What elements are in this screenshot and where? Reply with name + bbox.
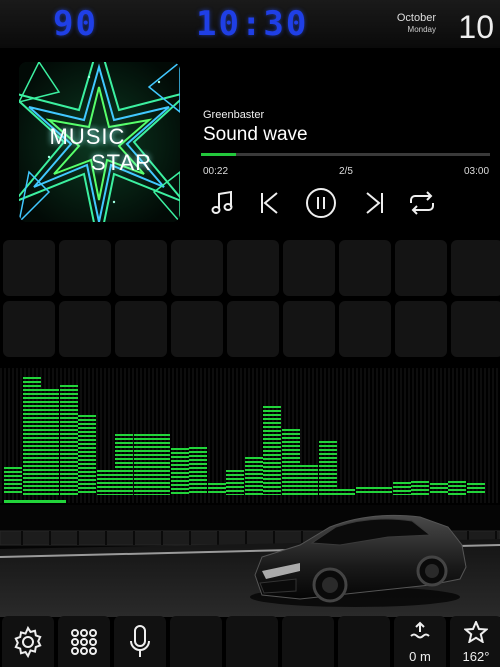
equalizer-bar: [41, 389, 59, 495]
previous-icon: [261, 192, 278, 214]
equalizer-bar: [263, 406, 281, 495]
album-art-word-1: MUSIC: [49, 124, 126, 149]
speed-readout: 90: [53, 4, 98, 44]
apps-grid-icon: [71, 628, 97, 655]
pause-button[interactable]: [305, 186, 337, 220]
elevation-icon: [410, 621, 430, 639]
equalizer-bar: [226, 470, 244, 495]
favorites-widget[interactable]: 162°: [450, 616, 500, 667]
app-tile[interactable]: [395, 301, 447, 357]
total-time: 03:00: [464, 166, 490, 177]
equalizer-bar: [411, 481, 429, 495]
apps-button[interactable]: [58, 616, 110, 667]
app-tile[interactable]: [283, 240, 335, 296]
microphone-icon: [130, 624, 150, 657]
playlist-icon: [211, 190, 233, 214]
settings-button[interactable]: [2, 616, 54, 667]
app-tile[interactable]: [115, 301, 167, 357]
app-tile[interactable]: [59, 240, 111, 296]
app-tile-grid: [0, 240, 500, 362]
equalizer-bar: [318, 441, 337, 495]
app-tile[interactable]: [395, 240, 447, 296]
voice-button[interactable]: [114, 616, 166, 667]
app-tile[interactable]: [451, 240, 500, 296]
equalizer-bar: [429, 483, 448, 495]
weekday-label: Monday: [407, 25, 436, 34]
track-position: 2/5: [339, 166, 353, 177]
road-illustration: [0, 505, 500, 617]
playlist-button[interactable]: [207, 186, 239, 220]
app-tile[interactable]: [3, 240, 55, 296]
day-number: 10: [458, 9, 494, 45]
tile-empty[interactable]: [282, 616, 334, 667]
next-button[interactable]: [358, 186, 390, 220]
previous-button[interactable]: [254, 186, 286, 220]
equalizer-bar: [392, 482, 411, 495]
clock: 10:30: [196, 4, 309, 44]
app-tile[interactable]: [339, 301, 391, 357]
progress-bar[interactable]: [201, 153, 490, 156]
gear-icon: [14, 625, 42, 658]
equalizer-bar: [78, 415, 96, 495]
equalizer-bar: [466, 483, 485, 495]
tile-empty[interactable]: [170, 616, 222, 667]
equalizer-bar: [22, 377, 41, 495]
elapsed-time: 00:22: [203, 166, 229, 177]
equalizer-bar: [374, 487, 392, 495]
star-icon: [464, 621, 488, 643]
tile-empty[interactable]: [226, 616, 278, 667]
album-art[interactable]: MUSIC STAR: [19, 62, 180, 222]
equalizer-bar: [189, 447, 207, 495]
app-tile[interactable]: [339, 240, 391, 296]
date: October Monday: [397, 12, 436, 34]
equalizer-bar: [281, 429, 300, 495]
app-tile[interactable]: [171, 301, 223, 357]
app-tile[interactable]: [227, 240, 279, 296]
repeat-icon: [410, 191, 434, 215]
distance-readout: 0 m: [409, 649, 431, 664]
equalizer-bar: [4, 467, 22, 495]
app-tile[interactable]: [115, 240, 167, 296]
equalizer-bar: [133, 434, 152, 495]
equalizer-bar: [448, 481, 466, 495]
status-bar: 90 10:30 October Monday 10: [0, 0, 500, 48]
equalizer-level-indicator: [4, 500, 66, 503]
equalizer-bar: [244, 457, 263, 495]
equalizer-bar: [152, 434, 170, 495]
album-art-word-2: STAR: [90, 150, 153, 175]
app-tile[interactable]: [3, 301, 55, 357]
equalizer-bar: [59, 385, 78, 495]
next-icon: [366, 192, 383, 214]
repeat-button[interactable]: [406, 186, 438, 220]
equalizer-visualizer: [0, 368, 500, 503]
pause-icon: [306, 188, 336, 218]
progress-fill: [201, 153, 236, 156]
equalizer-bar: [170, 448, 189, 495]
equalizer-bar: [207, 483, 226, 495]
elevation-widget[interactable]: 0 m: [394, 616, 446, 667]
heading-readout: 162°: [462, 649, 490, 664]
bottom-bar: 0 m 162°: [0, 616, 500, 667]
app-tile[interactable]: [59, 301, 111, 357]
equalizer-bar: [300, 465, 318, 495]
equalizer-bar: [96, 470, 115, 495]
app-tile[interactable]: [283, 301, 335, 357]
app-tile[interactable]: [451, 301, 500, 357]
equalizer-bar: [337, 489, 355, 495]
equalizer-bar: [355, 487, 374, 495]
app-tile[interactable]: [171, 240, 223, 296]
app-tile[interactable]: [227, 301, 279, 357]
artist-name: Greenbaster: [203, 109, 265, 121]
road-scene: [0, 505, 500, 617]
month-label: October: [396, 12, 436, 24]
track-title: Sound wave: [203, 124, 308, 145]
tile-empty[interactable]: [338, 616, 390, 667]
equalizer-bar: [115, 434, 133, 495]
